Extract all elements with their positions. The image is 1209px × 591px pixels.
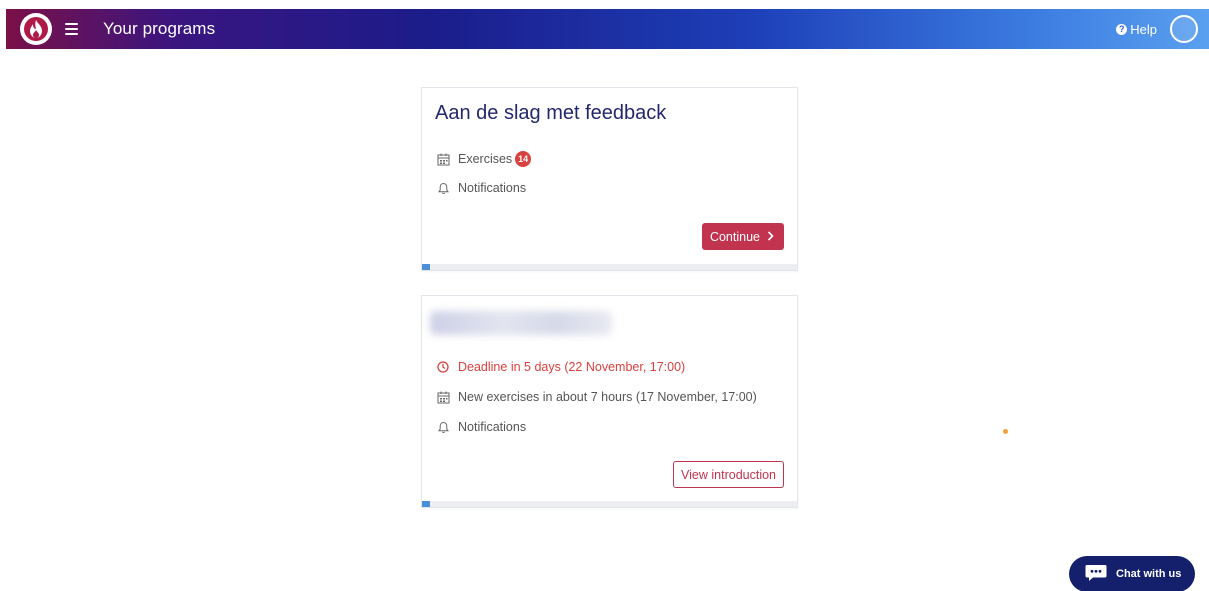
- calendar-icon: [436, 390, 450, 404]
- chat-label: Chat with us: [1116, 568, 1182, 580]
- flame-logo-icon[interactable]: [20, 13, 52, 45]
- program-title[interactable]: Aan de slag met feedback: [435, 102, 666, 125]
- progress-bar: [422, 264, 797, 270]
- bell-icon: [436, 420, 450, 434]
- bell-icon: [436, 181, 450, 195]
- exercises-label: Exercises: [458, 152, 513, 166]
- view-introduction-button[interactable]: View introduction: [673, 461, 784, 488]
- clock-icon: [436, 360, 450, 374]
- user-avatar[interactable]: [1170, 15, 1198, 43]
- notifications-row[interactable]: Notifications: [436, 181, 526, 195]
- deadline-label: Deadline in 5 days (22 November, 17:00): [458, 360, 686, 374]
- program-title-blurred[interactable]: [430, 311, 612, 335]
- notifications-row[interactable]: Notifications: [436, 420, 526, 434]
- top-navigation-bar: Your programs ? Help: [6, 9, 1209, 49]
- continue-button[interactable]: Continue: [701, 223, 784, 250]
- calendar-icon: [436, 152, 450, 166]
- program-card: Aan de slag met feedback Exercises 14 No…: [421, 87, 798, 271]
- progress-bar: [422, 501, 797, 507]
- new-exercises-row: New exercises in about 7 hours (17 Novem…: [436, 390, 757, 404]
- new-exercises-label: New exercises in about 7 hours (17 Novem…: [458, 390, 757, 404]
- exercises-row[interactable]: Exercises 14: [436, 151, 532, 167]
- deadline-row: Deadline in 5 days (22 November, 17:00): [436, 360, 685, 374]
- program-card: Deadline in 5 days (22 November, 17:00) …: [421, 295, 798, 508]
- chat-with-us-button[interactable]: Chat with us: [1069, 556, 1195, 591]
- help-label: Help: [1130, 21, 1157, 37]
- progress-fill: [422, 501, 430, 507]
- progress-fill: [422, 264, 430, 270]
- notifications-label: Notifications: [458, 181, 527, 195]
- help-link[interactable]: ? Help: [1116, 22, 1157, 37]
- page-title: Your programs: [103, 19, 216, 38]
- decorative-dot: [1003, 429, 1008, 434]
- hamburger-menu-icon[interactable]: [65, 23, 78, 35]
- help-icon: ?: [1116, 23, 1128, 35]
- chevron-right-icon: [767, 230, 774, 244]
- continue-button-label: Continue: [709, 229, 760, 244]
- exercises-count-badge: 14: [515, 151, 532, 167]
- chat-bubble-icon: [1085, 564, 1107, 585]
- notifications-label: Notifications: [458, 420, 527, 434]
